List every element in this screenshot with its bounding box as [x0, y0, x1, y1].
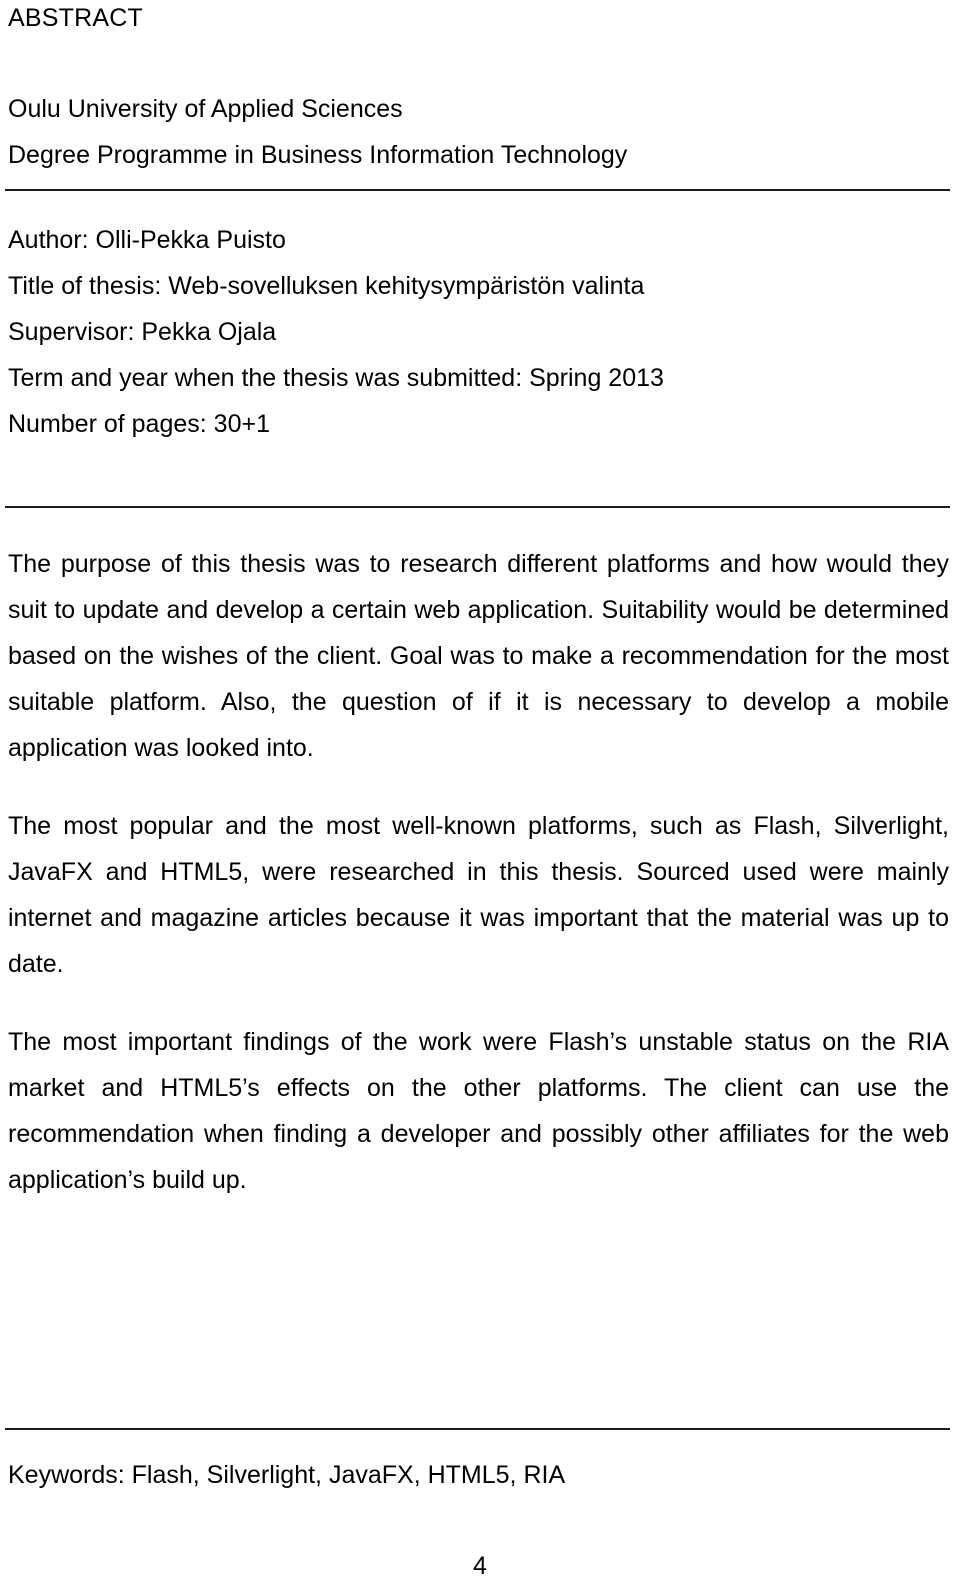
degree-programme: Degree Programme in Business Information…	[8, 141, 628, 169]
abstract-paragraph-2: The most popular and the most well-known…	[8, 812, 949, 978]
meta-title-of-thesis: Title of thesis: Web-sovelluksen kehitys…	[8, 272, 645, 300]
meta-term-and-year: Term and year when the thesis was submit…	[8, 364, 664, 392]
keywords-line: Keywords: Flash, Silverlight, JavaFX, HT…	[8, 1461, 566, 1489]
divider-bottom	[5, 1428, 950, 1430]
abstract-body: The purpose of this thesis was to resear…	[8, 541, 949, 1203]
thesis-metadata-block: Author: Olli-Pekka Puisto Title of thesi…	[8, 217, 952, 447]
page-number: 4	[473, 1552, 487, 1580]
divider-top	[5, 189, 950, 191]
institution-block: Oulu University of Applied Sciences Degr…	[8, 86, 952, 178]
meta-supervisor: Supervisor: Pekka Ojala	[8, 318, 277, 346]
abstract-paragraph-1: The purpose of this thesis was to resear…	[8, 550, 949, 762]
divider-middle	[5, 506, 950, 508]
meta-author: Author: Olli-Pekka Puisto	[8, 226, 286, 254]
abstract-paragraph-3: The most important findings of the work …	[8, 1028, 949, 1194]
page-title: ABSTRACT	[8, 4, 143, 32]
meta-number-of-pages: Number of pages: 30+1	[8, 410, 270, 438]
abstract-page: ABSTRACT Oulu University of Applied Scie…	[0, 0, 960, 1593]
institution-name: Oulu University of Applied Sciences	[8, 95, 403, 123]
